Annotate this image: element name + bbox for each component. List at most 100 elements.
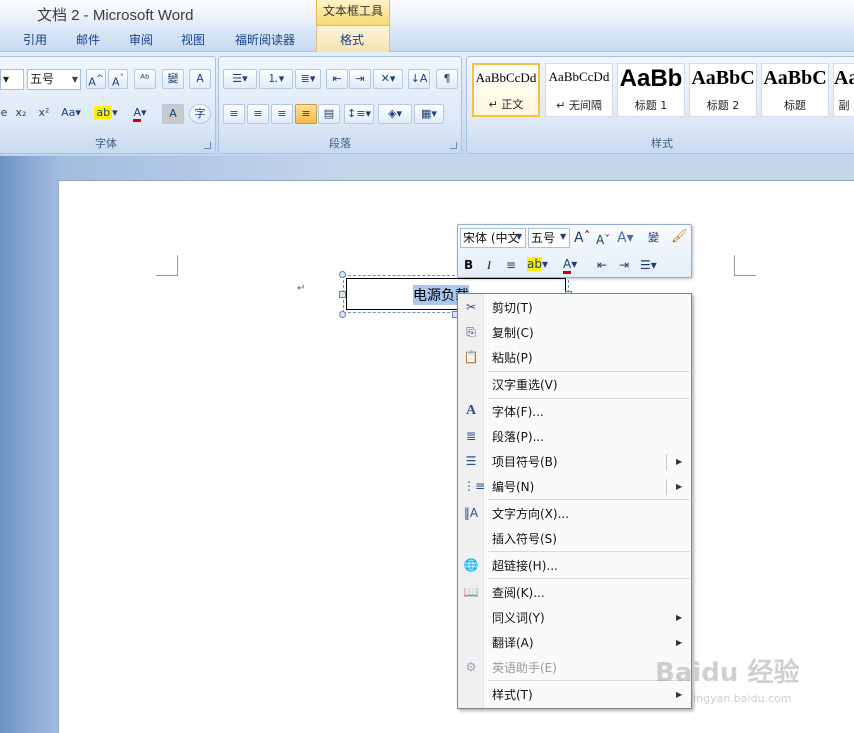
format-painter-icon[interactable]: 🖌 xyxy=(671,229,688,245)
character-shading-icon[interactable]: A xyxy=(162,104,184,124)
textbox-tools-header: 文本框工具 xyxy=(316,0,390,26)
style-normal[interactable]: AaBbCcDd ↵ 正文 xyxy=(472,63,540,117)
menu-separator xyxy=(488,398,690,399)
highlight-icon[interactable]: ab▾ xyxy=(90,104,122,124)
menu-item-research[interactable]: 查阅(K)... xyxy=(492,585,545,601)
font-color-icon[interactable]: A▾ xyxy=(563,256,577,274)
menu-item-copy[interactable]: 复制(C) xyxy=(492,325,534,341)
menu-item-numbering[interactable]: 编号(N) xyxy=(492,479,534,495)
style-name: 标题 1 xyxy=(634,99,668,112)
menu-separator xyxy=(488,551,690,552)
font-name-combo[interactable]: ▾ xyxy=(0,69,24,90)
menu-item-font[interactable]: 字体(F)... xyxy=(492,404,544,420)
strikethrough-icon[interactable]: e xyxy=(0,104,8,124)
chinese-layout-icon[interactable]: ✕▾ xyxy=(373,69,403,89)
style-name: 副 xyxy=(838,99,850,112)
menu-separator xyxy=(488,371,690,372)
font-dialog-launcher[interactable] xyxy=(204,142,211,149)
bullets-icon[interactable]: ☰▾ xyxy=(223,69,257,89)
borders-icon[interactable]: ▦▾ xyxy=(414,104,444,124)
tab-review[interactable]: 审阅 xyxy=(129,31,153,48)
grow-font-icon[interactable]: Aˆ xyxy=(574,230,591,246)
distributed-icon[interactable]: ▤ xyxy=(318,104,340,124)
menu-item-english-assistant: 英语助手(E) xyxy=(492,661,557,675)
sort-icon[interactable]: ↓A xyxy=(408,69,430,89)
bullets-icon[interactable]: ☰▾ xyxy=(640,257,657,273)
paragraph-group-label: 段落 xyxy=(329,137,351,150)
menu-item-paragraph[interactable]: 段落(P)... xyxy=(492,429,544,445)
shading-icon[interactable]: ◈▾ xyxy=(378,104,412,124)
menu-item-paste[interactable]: 粘贴(P) xyxy=(492,350,533,366)
style-name: 标题 xyxy=(784,99,806,112)
paragraph-mark: ↵ xyxy=(297,283,306,294)
increase-indent-icon[interactable]: ⇥ xyxy=(349,69,371,89)
styles-icon[interactable]: A▾ xyxy=(617,230,634,246)
decrease-indent-icon[interactable]: ⇤ xyxy=(597,257,607,273)
menu-item-cut[interactable]: 剪切(T) xyxy=(492,300,533,316)
highlight-icon[interactable]: ab▾ xyxy=(527,256,548,272)
align-right-icon[interactable]: ≡ xyxy=(271,104,293,124)
mini-size-value: 五号 xyxy=(531,231,556,245)
menu-item-synonyms[interactable]: 同义词(Y) xyxy=(492,610,545,626)
character-border-icon[interactable]: A xyxy=(189,69,211,89)
italic-icon[interactable]: I xyxy=(487,257,491,273)
phonetic-guide-icon[interactable]: 變 xyxy=(648,230,659,246)
font-icon: A xyxy=(465,403,477,418)
submenu-arrow-icon[interactable]: ▶ xyxy=(676,454,682,470)
bold-icon[interactable]: B xyxy=(464,257,473,273)
baidu-watermark-url: jingyan.baidu.com xyxy=(690,692,792,705)
submenu-arrow-icon: ▶ xyxy=(676,613,683,622)
style-subtitle[interactable]: Aa 副 xyxy=(833,63,854,117)
menu-separator xyxy=(488,499,690,500)
shrink-font-icon[interactable]: Aˇ xyxy=(108,69,128,89)
show-marks-icon[interactable]: ¶ xyxy=(436,69,458,89)
menu-item-reconvert[interactable]: 汉字重选(V) xyxy=(492,377,558,393)
enclose-character-icon[interactable]: 字 xyxy=(189,104,211,124)
phonetic-guide-icon[interactable]: 變 xyxy=(162,69,184,89)
align-left-icon[interactable]: ≡ xyxy=(223,104,245,124)
tab-mailings[interactable]: 邮件 xyxy=(76,31,100,48)
clear-format-icon[interactable]: ᴬᵇ xyxy=(134,69,156,89)
style-heading-1[interactable]: AaBb 标题 1 xyxy=(617,63,685,117)
mini-font-value: 宋体 (中文 xyxy=(463,231,520,245)
subscript-icon[interactable]: x₂ xyxy=(12,104,30,124)
change-case-icon[interactable]: Aa▾ xyxy=(58,104,84,124)
menu-item-hyperlink[interactable]: 超链接(H)... xyxy=(492,558,558,574)
multilevel-list-icon[interactable]: ≣▾ xyxy=(295,69,321,89)
tab-foxit-reader[interactable]: 福昕阅读器 xyxy=(235,31,295,48)
resize-handle[interactable] xyxy=(339,291,346,298)
menu-item-styles[interactable]: 样式(T) xyxy=(492,687,533,703)
numbering-icon[interactable]: ⒈▾ xyxy=(259,69,293,89)
center-icon[interactable]: ≡ xyxy=(506,257,516,273)
superscript-icon[interactable]: x² xyxy=(35,104,53,124)
tab-view[interactable]: 视图 xyxy=(181,31,205,48)
increase-indent-icon[interactable]: ⇥ xyxy=(619,257,629,273)
font-size-combo[interactable]: 五号 ▼ xyxy=(27,69,81,90)
menu-item-translate[interactable]: 翻译(A) xyxy=(492,635,534,651)
line-spacing-icon[interactable]: ↕≡▾ xyxy=(344,104,374,124)
style-heading-2[interactable]: AaBbC 标题 2 xyxy=(689,63,757,117)
menu-item-text-direction[interactable]: 文字方向(X)... xyxy=(492,506,569,522)
shrink-font-icon[interactable]: Aˇ xyxy=(596,232,610,248)
style-sample: AaBbC xyxy=(763,67,827,89)
crop-mark xyxy=(734,255,735,276)
submenu-arrow-icon[interactable]: ▶ xyxy=(676,479,682,495)
tab-format[interactable]: 格式 xyxy=(340,31,364,48)
align-center-icon[interactable]: ≡ xyxy=(247,104,269,124)
chevron-down-icon: ▼ xyxy=(516,232,523,241)
style-title[interactable]: AaBbC 标题 xyxy=(761,63,829,117)
font-color-icon[interactable]: A▾ xyxy=(126,104,154,124)
resize-handle[interactable] xyxy=(339,311,346,318)
paragraph-dialog-launcher[interactable] xyxy=(450,142,457,149)
justify-icon[interactable]: ≡ xyxy=(295,104,317,124)
decrease-indent-icon[interactable]: ⇤ xyxy=(326,69,348,89)
bullets-icon: ☰ xyxy=(465,454,477,468)
menu-item-insert-symbol[interactable]: 插入符号(S) xyxy=(492,531,557,547)
menu-item-bullets[interactable]: 项目符号(B) xyxy=(492,454,558,470)
grow-font-icon[interactable]: A^ xyxy=(86,69,106,89)
resize-handle[interactable] xyxy=(339,271,346,278)
style-name: ↵ 正文 xyxy=(488,98,524,111)
copy-icon: ⎘ xyxy=(466,325,476,339)
style-no-spacing[interactable]: AaBbCcDd ↵ 无间隔 xyxy=(545,63,613,117)
tab-references[interactable]: 引用 xyxy=(23,31,47,48)
